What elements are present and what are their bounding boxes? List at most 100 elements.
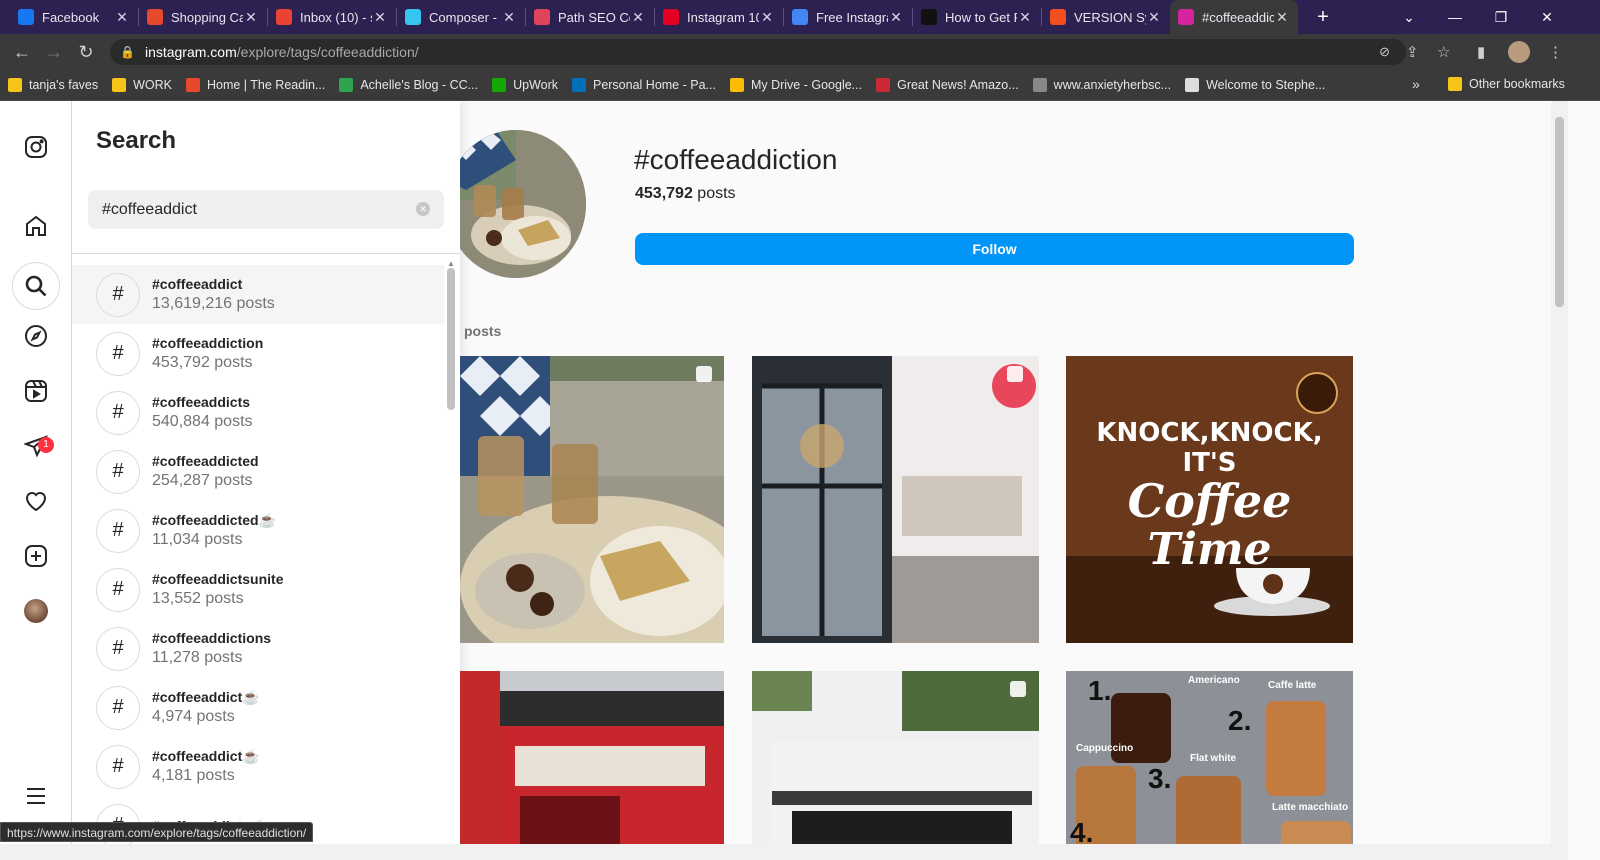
search-result-item[interactable]: # #coffeeaddictsunite 13,552 posts [72,560,444,619]
tab-title: How to Get F [945,9,1017,25]
search-result-item[interactable]: # #coffeeaddict☕ 4,181 posts [72,737,444,796]
create-plus-icon[interactable] [18,538,54,574]
close-tab-icon[interactable]: ✕ [372,9,388,26]
close-tab-icon[interactable]: ✕ [888,9,904,26]
restore-icon[interactable]: ❐ [1478,0,1524,34]
hashtag-icon: # [96,744,140,789]
horizontal-scrollbar[interactable] [0,844,1568,860]
bookmark-label: My Drive - Google... [750,78,863,92]
close-tab-icon[interactable]: ✕ [243,9,259,26]
post-number: 2. [1228,705,1252,736]
explore-compass-icon[interactable] [18,318,54,354]
result-count: 11,034 posts [152,530,243,548]
close-tab-icon[interactable]: ✕ [759,9,775,26]
search-icon[interactable] [12,262,60,310]
bookmark-item[interactable]: www.anxietyherbsc... [1032,78,1171,92]
bookmark-item[interactable]: Welcome to Stephe... [1185,78,1325,92]
browser-tab[interactable]: Shopping Ca ✕ [139,0,267,34]
bookmark-label: Welcome to Stephe... [1206,78,1326,92]
browser-tab[interactable]: How to Get F ✕ [913,0,1041,34]
search-input[interactable]: #coffeeaddict ✕ [88,190,444,229]
browser-tab[interactable]: #coffeeaddic ✕ [1170,0,1298,34]
result-hashtag: #coffeeaddictsunite [152,570,284,587]
hashtag-icon: # [96,685,140,730]
browser-tab[interactable]: Facebook ✕ [10,0,138,34]
post-caption: Cappuccino [1076,743,1134,754]
back-icon[interactable]: ← [6,42,38,63]
bookmark-item[interactable]: Personal Home - Pa... [571,78,716,92]
profile-avatar[interactable] [18,593,54,629]
reels-icon[interactable] [18,373,54,409]
version-icon [1050,9,1066,25]
search-result-item[interactable]: # #coffeeaddicted 254,287 posts [72,442,444,501]
close-window-icon[interactable]: ✕ [1524,0,1570,34]
more-bookmarks-icon[interactable]: » [1412,76,1420,92]
home-icon[interactable] [18,208,54,244]
side-panel-icon[interactable]: ▮ [1477,43,1485,61]
close-tab-icon[interactable]: ✕ [1146,9,1162,26]
follow-button[interactable]: Follow [635,233,1354,265]
browser-tab[interactable]: VERSION Syr✕ [1042,0,1170,34]
other-bookmarks[interactable]: Other bookmarks [1448,77,1565,91]
browser-tab[interactable]: Inbox (10) - s ✕ [268,0,396,34]
scroll-up-icon[interactable]: ▲ [447,259,455,268]
bookmark-item[interactable]: WORK [112,78,172,92]
results-scrollbar-thumb[interactable] [447,268,455,410]
search-query: #coffeeaddict [102,200,197,218]
search-result-item[interactable]: # #coffeeaddiction 453,792 posts [72,324,444,383]
close-tab-icon[interactable]: ✕ [1017,9,1033,26]
address-bar[interactable]: 🔒 instagram.com/explore/tags/coffeeaddic… [110,39,1406,65]
share-icon[interactable]: ⇪ [1406,43,1419,61]
search-result-item[interactable]: # #coffeeaddicted☕ 11,034 posts [72,501,444,560]
eye-off-icon[interactable]: ⊘ [1379,44,1390,60]
forward-icon[interactable]: → [38,42,70,63]
close-tab-icon[interactable]: ✕ [114,9,130,26]
tab-search-icon[interactable]: ⌄ [1386,0,1432,34]
result-hashtag: #coffeeaddiction [152,334,264,351]
post-tile[interactable]: KNOCK,KNOCK, IT'S Coffee Time [1066,356,1353,643]
hashtag-post-count: 453,792 posts [635,185,736,203]
instagram-logo-icon[interactable] [18,129,54,165]
menu-kebab-icon[interactable]: ⋮ [1548,43,1563,61]
result-count: 13,552 posts [152,589,244,607]
bookmark-item[interactable]: My Drive - Google... [729,78,863,92]
reload-icon[interactable]: ↻ [70,42,102,63]
blog-icon [339,78,354,92]
search-result-item[interactable]: # #coffeeaddictions 11,278 posts [72,619,444,678]
bookmark-item[interactable]: Great News! Amazo... [876,78,1019,92]
post-tile[interactable] [752,671,1039,860]
more-menu-icon[interactable] [18,778,54,814]
profile-avatar-icon[interactable] [1508,41,1530,63]
page-scrollbar-thumb[interactable] [1555,117,1564,307]
bookmark-label: Great News! Amazo... [897,78,1019,92]
notifications-heart-icon[interactable] [18,483,54,519]
new-tab-icon[interactable]: + [1308,6,1338,29]
post-count-number: 453,792 [635,185,693,202]
result-count: 11,278 posts [152,648,243,666]
minimize-icon[interactable]: — [1432,0,1478,34]
hashtag-icon: # [96,567,140,612]
close-tab-icon[interactable]: ✕ [1274,9,1290,26]
clear-search-icon[interactable]: ✕ [416,202,430,216]
post-text-script: Time [1147,524,1272,575]
search-result-item[interactable]: # #coffeeaddicts 540,884 posts [72,383,444,442]
browser-tab[interactable]: Path SEO Co ✕ [526,0,654,34]
close-tab-icon[interactable]: ✕ [501,9,517,26]
post-tile[interactable]: 1. 2. 3. 4. Americano Caffe latte Cappuc… [1066,671,1353,860]
bookmark-item[interactable]: Home | The Readin... [185,78,325,92]
bookmark-star-icon[interactable]: ☆ [1437,43,1450,61]
bookmark-item[interactable]: tanja's faves [8,78,98,92]
post-tile[interactable] [752,356,1039,643]
search-result-item[interactable]: # #coffeeaddict 13,619,216 posts [72,265,444,324]
site-icon [1185,78,1200,92]
browser-tab[interactable]: Free Instagra ✕ [784,0,912,34]
browser-tab[interactable]: Composer - ✕ [397,0,525,34]
post-tile[interactable] [460,671,724,860]
browser-tab[interactable]: Instagram 10 ✕ [655,0,783,34]
bookmark-item[interactable]: Achelle's Blog - CC... [339,78,478,92]
search-result-item[interactable]: # #coffeeaddict☕ 4,974 posts [72,678,444,737]
close-tab-icon[interactable]: ✕ [630,9,646,26]
bookmark-item[interactable]: UpWork [492,78,558,92]
pinterest-icon [663,9,679,25]
post-tile[interactable] [460,356,724,643]
